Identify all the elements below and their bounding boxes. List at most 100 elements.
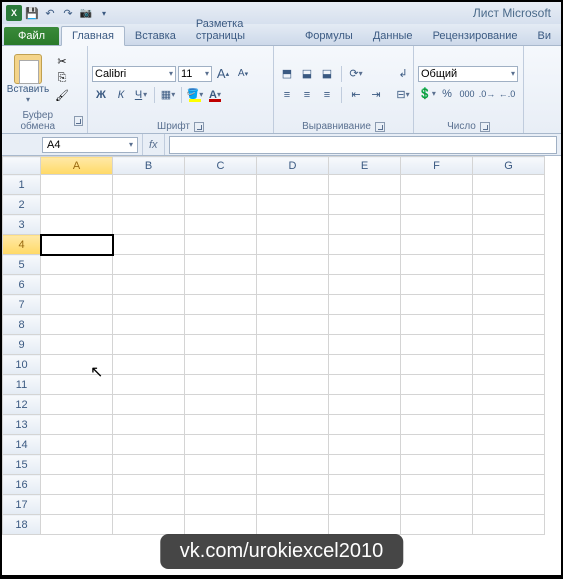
cell[interactable] [401, 335, 473, 355]
cell[interactable] [185, 255, 257, 275]
cell[interactable] [185, 235, 257, 255]
increase-indent-button[interactable]: ⇥ [367, 86, 385, 104]
cell[interactable] [113, 495, 185, 515]
cell[interactable] [257, 215, 329, 235]
cell[interactable] [257, 395, 329, 415]
percent-button[interactable]: % [438, 85, 456, 103]
cell[interactable] [113, 475, 185, 495]
cell[interactable] [41, 195, 113, 215]
align-left-button[interactable]: ≡ [278, 86, 296, 104]
cell[interactable] [473, 435, 545, 455]
cell[interactable] [257, 375, 329, 395]
cell[interactable] [113, 315, 185, 335]
save-icon[interactable]: 💾 [24, 5, 40, 21]
cell[interactable] [329, 295, 401, 315]
decrease-decimal-button[interactable]: ←.0 [498, 85, 516, 103]
number-format-combo[interactable]: Общий▾ [418, 66, 518, 82]
cell[interactable] [401, 495, 473, 515]
column-header[interactable]: D [257, 157, 329, 175]
cell[interactable] [41, 515, 113, 535]
row-header[interactable]: 18 [3, 515, 41, 535]
row-header[interactable]: 9 [3, 335, 41, 355]
cell[interactable] [41, 275, 113, 295]
qat-customize-icon[interactable]: ▾ [96, 5, 112, 21]
font-color-button[interactable]: A ▾ [206, 86, 224, 104]
cell[interactable] [401, 275, 473, 295]
cell[interactable] [41, 375, 113, 395]
cell[interactable] [113, 335, 185, 355]
cell[interactable] [41, 255, 113, 275]
cell[interactable] [401, 195, 473, 215]
increase-decimal-button[interactable]: .0→ [478, 85, 496, 103]
cell[interactable] [473, 195, 545, 215]
cell[interactable] [257, 495, 329, 515]
align-bottom-button[interactable]: ⬓ [318, 65, 336, 83]
cell[interactable] [41, 395, 113, 415]
cell[interactable] [113, 515, 185, 535]
cell[interactable] [401, 215, 473, 235]
bold-button[interactable]: Ж [92, 86, 110, 104]
row-header[interactable]: 13 [3, 415, 41, 435]
cell[interactable] [473, 455, 545, 475]
row-header[interactable]: 12 [3, 395, 41, 415]
cell[interactable] [113, 235, 185, 255]
cell[interactable] [41, 315, 113, 335]
tab-page-layout[interactable]: Разметка страницы [186, 15, 295, 45]
cell[interactable] [329, 275, 401, 295]
merge-center-button[interactable]: ⊟▾ [391, 86, 415, 104]
cell[interactable] [401, 415, 473, 435]
cell[interactable] [329, 175, 401, 195]
row-header[interactable]: 6 [3, 275, 41, 295]
tab-data[interactable]: Данные [363, 27, 423, 45]
cell[interactable] [257, 295, 329, 315]
cell[interactable] [257, 275, 329, 295]
row-header[interactable]: 10 [3, 355, 41, 375]
row-header[interactable]: 7 [3, 295, 41, 315]
cell[interactable] [113, 255, 185, 275]
cell[interactable] [473, 315, 545, 335]
cell[interactable] [401, 435, 473, 455]
borders-button[interactable]: ▦▾ [159, 86, 177, 104]
cell[interactable] [329, 375, 401, 395]
cell[interactable] [401, 235, 473, 255]
row-header[interactable]: 17 [3, 495, 41, 515]
cell[interactable] [473, 375, 545, 395]
cell[interactable] [473, 355, 545, 375]
row-header[interactable]: 5 [3, 255, 41, 275]
cell[interactable] [185, 295, 257, 315]
cell[interactable] [113, 215, 185, 235]
row-header[interactable]: 16 [3, 475, 41, 495]
cell[interactable] [257, 415, 329, 435]
italic-button[interactable]: К [112, 86, 130, 104]
cell[interactable] [473, 395, 545, 415]
name-box[interactable]: A4▾ [42, 137, 138, 153]
row-header[interactable]: 14 [3, 435, 41, 455]
cell[interactable] [473, 495, 545, 515]
tab-review[interactable]: Рецензирование [423, 27, 528, 45]
cell[interactable] [329, 475, 401, 495]
cell[interactable] [329, 415, 401, 435]
cell[interactable] [329, 355, 401, 375]
copy-icon[interactable]: ⎘ [54, 72, 70, 86]
cell[interactable] [401, 455, 473, 475]
cell[interactable] [401, 315, 473, 335]
cell[interactable] [185, 435, 257, 455]
cell[interactable] [329, 315, 401, 335]
cell[interactable] [41, 435, 113, 455]
cut-icon[interactable]: ✂ [54, 55, 70, 69]
cell[interactable] [185, 195, 257, 215]
cell[interactable] [401, 515, 473, 535]
cell[interactable] [185, 175, 257, 195]
cell[interactable] [401, 255, 473, 275]
cell[interactable] [113, 455, 185, 475]
cell[interactable] [473, 475, 545, 495]
cell[interactable] [41, 495, 113, 515]
cell[interactable] [113, 175, 185, 195]
currency-button[interactable]: 💲▾ [418, 85, 436, 103]
cell[interactable] [113, 435, 185, 455]
column-header[interactable]: C [185, 157, 257, 175]
cell[interactable] [401, 355, 473, 375]
file-tab[interactable]: Файл [4, 27, 59, 45]
cell[interactable] [41, 475, 113, 495]
font-dialog-launcher[interactable] [194, 122, 204, 132]
